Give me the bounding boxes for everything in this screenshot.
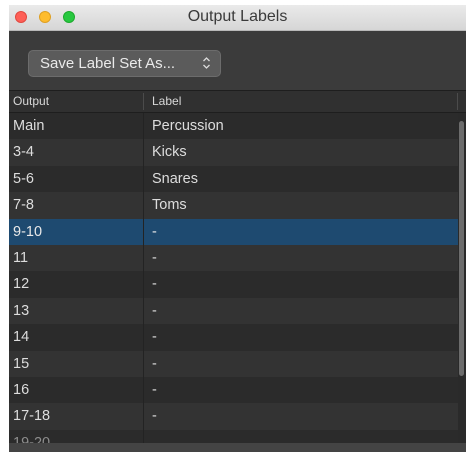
vertical-scrollbar[interactable] — [458, 113, 466, 443]
label-cell[interactable]: - — [152, 271, 157, 297]
table-row[interactable]: 14 - — [9, 324, 458, 351]
output-cell: 3-4 — [13, 144, 34, 161]
output-cell: 15 — [13, 355, 30, 372]
table-row[interactable]: 15 - — [9, 350, 458, 377]
label-cell[interactable]: - — [152, 298, 157, 324]
column-divider[interactable] — [143, 93, 144, 110]
scroll-thumb[interactable] — [459, 121, 464, 376]
output-cell: 17-18 — [13, 408, 51, 425]
label-cell[interactable]: Percussion — [152, 113, 224, 139]
output-cell: 9-10 — [13, 223, 43, 240]
column-header-label[interactable]: Label — [152, 91, 181, 112]
table-row[interactable]: 7-8 Toms — [9, 192, 458, 219]
table-row[interactable]: 3-4 Kicks — [9, 139, 458, 166]
toolbar: Save Label Set As... — [9, 31, 466, 90]
table-row[interactable]: 16 - — [9, 376, 458, 404]
label-cell[interactable]: - — [152, 219, 157, 245]
save-label-set-popup[interactable]: Save Label Set As... — [28, 50, 221, 77]
column-separator — [143, 113, 144, 443]
label-cell[interactable]: - — [152, 403, 157, 429]
bottom-edge — [9, 443, 466, 452]
label-cell[interactable]: Kicks — [152, 139, 187, 165]
column-header-output[interactable]: Output — [13, 91, 49, 112]
output-cell: 14 — [13, 329, 30, 346]
label-cell[interactable]: - — [152, 245, 157, 271]
output-cell: 12 — [13, 276, 30, 293]
table-row[interactable]: 11 - — [9, 244, 458, 272]
output-cell: 5-6 — [13, 170, 34, 187]
table-header: Output Label — [9, 90, 466, 113]
label-cell[interactable]: - — [152, 351, 157, 377]
output-cell: 11 — [13, 249, 29, 266]
label-cell[interactable]: - — [152, 324, 157, 350]
label-cell[interactable]: Toms — [152, 192, 187, 218]
label-cell[interactable]: - — [152, 377, 157, 403]
column-divider[interactable] — [457, 93, 458, 110]
table-body: Main Percussion 3-4 Kicks 5-6 Snares 7-8 Toms 9-… — [9, 113, 466, 443]
table-row[interactable]: Main Percussion — [9, 113, 458, 140]
table-row[interactable]: 13 - — [9, 297, 458, 325]
label-cell[interactable]: Snares — [152, 166, 198, 192]
table-row[interactable]: 5-6 Snares — [9, 165, 458, 193]
output-cell: 13 — [13, 302, 30, 319]
output-cell: Main — [13, 118, 45, 134]
output-labels-window: Output Labels Save Label Set As... Outpu… — [9, 5, 466, 452]
output-cell: 7-8 — [13, 197, 34, 214]
title-bar[interactable]: Output Labels — [9, 5, 466, 31]
table-row[interactable]: 9-10 - — [9, 218, 458, 245]
table-row[interactable]: 17-18 - — [9, 403, 458, 430]
window-title: Output Labels — [187, 8, 288, 25]
output-cell: 16 — [13, 381, 30, 398]
output-cell: 19-20 — [13, 434, 51, 443]
table-row[interactable]: 12 - — [9, 271, 458, 298]
save-label-set-label: Save Label Set As... — [40, 55, 176, 72]
table-row[interactable]: 19-20 — [9, 429, 458, 443]
updown-chevron-icon — [202, 51, 211, 76]
